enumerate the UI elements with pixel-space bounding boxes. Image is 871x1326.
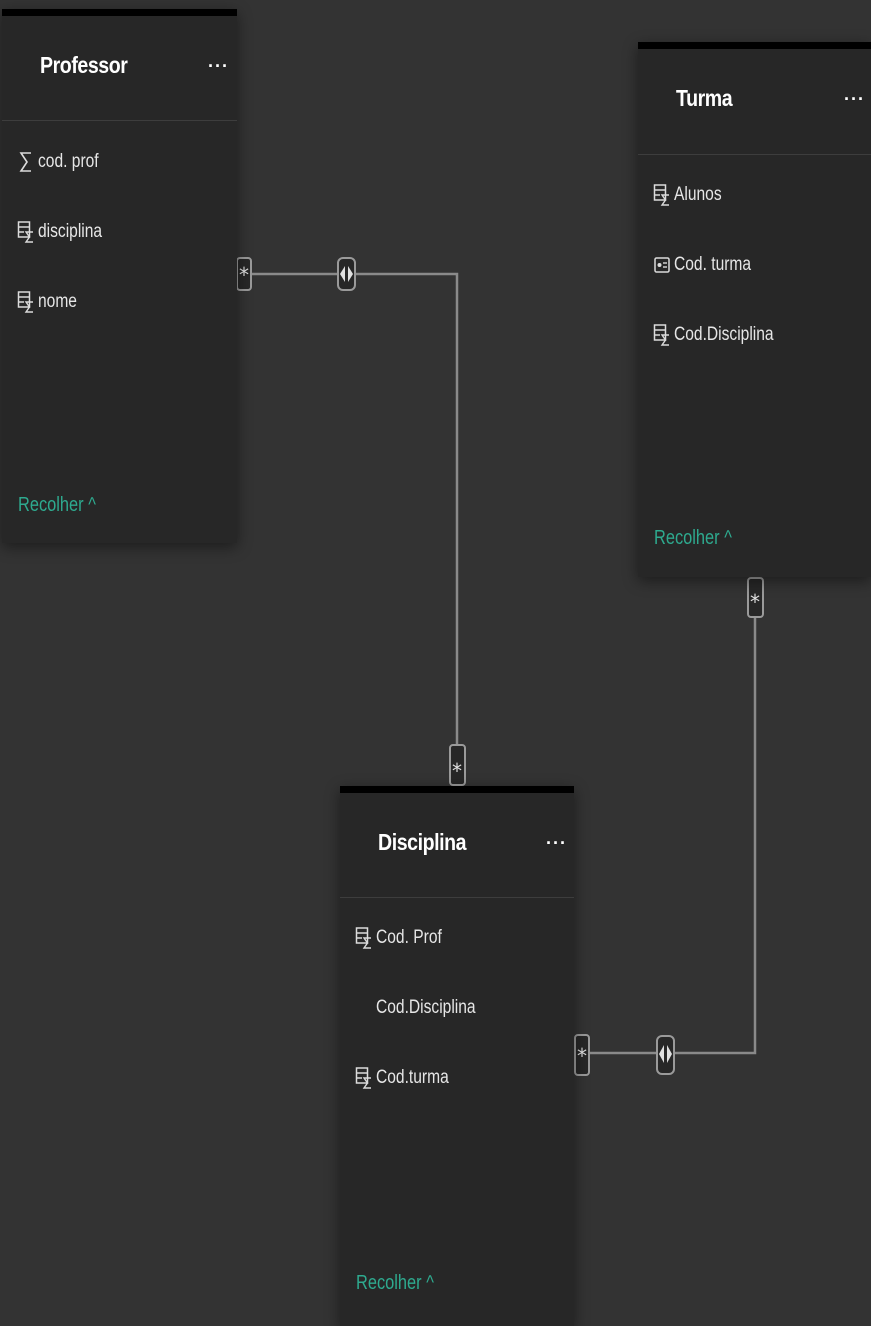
field-label: Cod.Disciplina: [674, 324, 774, 345]
field-cod-disciplina[interactable]: Cod.Disciplina: [354, 991, 497, 1025]
field-cod-prof[interactable]: cod. prof: [16, 145, 112, 179]
svg-text:*: *: [452, 759, 462, 783]
cardinality-many-marker: *: [574, 1034, 590, 1076]
calculated-column-icon: [354, 926, 374, 950]
field-label: disciplina: [38, 221, 103, 242]
field-alunos[interactable]: Alunos: [652, 178, 732, 212]
collapse-label: Recolher ^: [356, 1272, 434, 1294]
key-column-icon: [652, 253, 672, 277]
table-header[interactable]: Turma ···: [638, 49, 871, 155]
collapse-label: Recolher ^: [654, 527, 732, 549]
sigma-icon: [16, 150, 36, 174]
cardinality-many-marker: *: [449, 744, 466, 786]
field-cod-turma[interactable]: Cod.turma: [354, 1061, 465, 1095]
both-directions-icon: [656, 1035, 675, 1075]
table-card-disciplina[interactable]: Disciplina ··· Cod. Prof Cod.Disciplina …: [340, 786, 574, 1326]
calculated-column-icon: [652, 323, 672, 347]
both-directions-icon: [337, 257, 356, 291]
more-options-icon[interactable]: ···: [546, 833, 567, 854]
field-label: cod. prof: [38, 151, 99, 172]
table-card-turma[interactable]: Turma ··· Alunos Cod. turma Cod.Discipli…: [638, 42, 871, 577]
calculated-column-icon: [16, 290, 36, 314]
column-icon: [354, 996, 374, 1020]
svg-text:*: *: [577, 1044, 587, 1068]
collapse-button[interactable]: Recolher ^: [654, 527, 749, 550]
svg-text:*: *: [239, 263, 249, 287]
model-canvas[interactable]: * * * * Professor ··· cod. prof discipli…: [0, 0, 871, 1326]
more-options-icon[interactable]: ···: [844, 89, 865, 110]
field-nome[interactable]: nome: [16, 285, 86, 319]
calculated-column-icon: [652, 183, 672, 207]
collapse-label: Recolher ^: [18, 494, 96, 516]
svg-text:*: *: [750, 590, 760, 614]
table-title: Professor: [40, 52, 128, 78]
field-label: Cod. turma: [674, 254, 752, 275]
field-label: Cod. Prof: [376, 927, 442, 948]
collapse-button[interactable]: Recolher ^: [18, 494, 113, 517]
cardinality-many-marker: *: [236, 257, 252, 291]
relationship-professor-disciplina[interactable]: * *: [236, 257, 466, 786]
cardinality-many-marker: *: [747, 577, 764, 618]
field-label: Cod.turma: [376, 1067, 449, 1088]
table-title: Disciplina: [378, 829, 467, 855]
table-card-professor[interactable]: Professor ··· cod. prof disciplina nome …: [2, 9, 237, 543]
table-title: Turma: [676, 85, 733, 111]
table-header[interactable]: Professor ···: [2, 16, 237, 121]
field-cod-disciplina[interactable]: Cod.Disciplina: [652, 318, 795, 352]
field-label: Cod.Disciplina: [376, 997, 476, 1018]
relationship-disciplina-turma[interactable]: * *: [574, 577, 764, 1076]
table-header[interactable]: Disciplina ···: [340, 793, 574, 898]
calculated-column-icon: [354, 1066, 374, 1090]
collapse-button[interactable]: Recolher ^: [356, 1272, 451, 1295]
field-label: nome: [38, 291, 77, 312]
field-label: Alunos: [674, 184, 722, 205]
field-disciplina[interactable]: disciplina: [16, 215, 116, 249]
calculated-column-icon: [16, 220, 36, 244]
field-cod-turma[interactable]: Cod. turma: [652, 248, 768, 282]
field-cod-prof[interactable]: Cod. Prof: [354, 921, 456, 955]
more-options-icon[interactable]: ···: [208, 56, 229, 77]
